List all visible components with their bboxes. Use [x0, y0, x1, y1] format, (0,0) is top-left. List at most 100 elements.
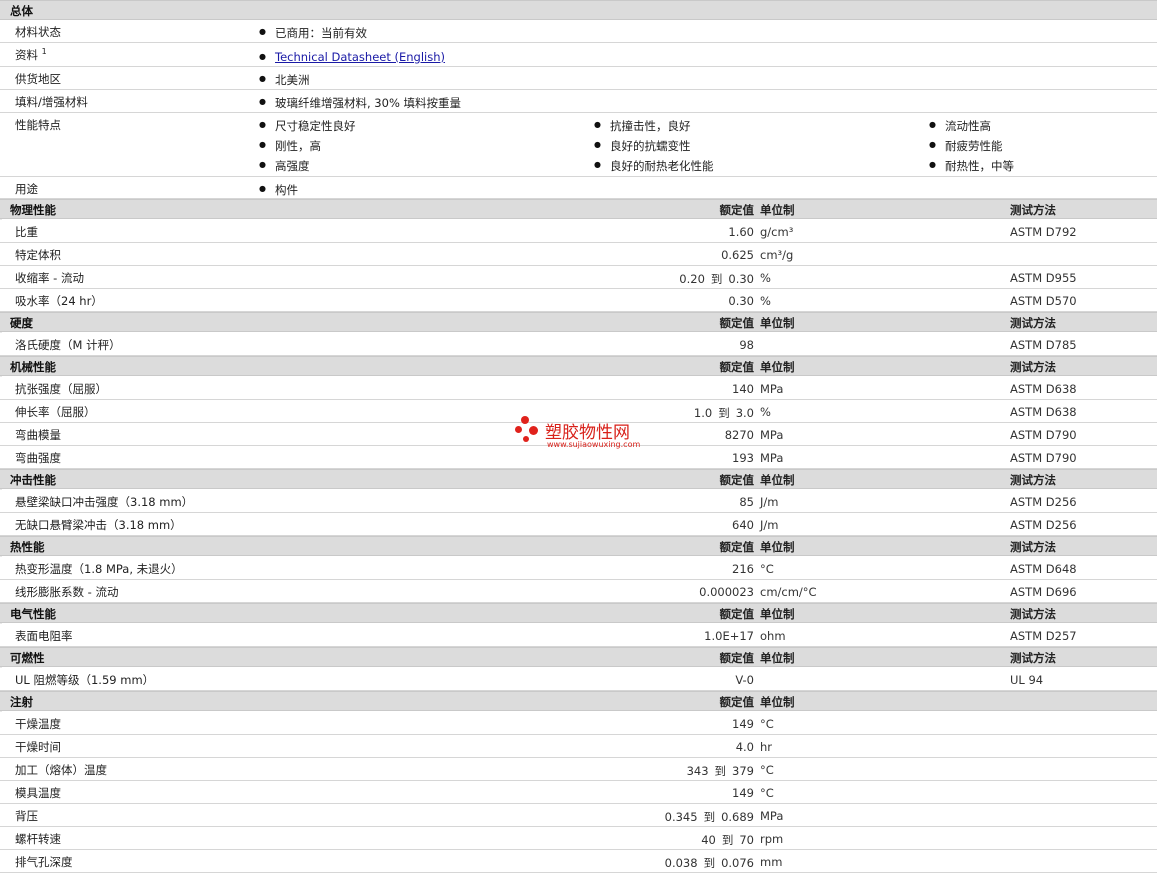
- test-method: ASTM D648: [1010, 562, 1077, 576]
- column-header-unit: 单位制: [760, 695, 795, 709]
- range-max: 0.076: [721, 856, 754, 870]
- property-label: 收缩率 - 流动: [15, 271, 84, 285]
- property-row: 加工（熔体）温度 343 到 379 °C: [0, 758, 1157, 781]
- property-value: 85: [739, 495, 754, 509]
- property-label: 加工（熔体）温度: [15, 763, 107, 777]
- column-header-nominal: 额定值: [719, 473, 755, 487]
- property-row: 洛氏硬度（M 计秤） 98 ASTM D785: [0, 333, 1157, 356]
- property-unit: MPa: [760, 451, 784, 465]
- column-header-unit: 单位制: [760, 540, 795, 554]
- property-label: 干燥时间: [15, 740, 61, 754]
- property-label: 无缺口悬臂梁冲击（3.18 mm）: [15, 518, 182, 532]
- property-value: 193: [732, 451, 754, 465]
- property-row: 干燥时间 4.0 hr: [0, 735, 1157, 758]
- property-unit: ohm: [760, 629, 786, 643]
- test-method: ASTM D256: [1010, 495, 1077, 509]
- list-item: 北美洲: [259, 72, 309, 88]
- property-unit: MPa: [760, 382, 784, 396]
- technical-datasheet-link[interactable]: Technical Datasheet (English): [275, 50, 445, 64]
- property-unit: g/cm³: [760, 225, 794, 239]
- column-header-nominal: 额定值: [719, 316, 755, 330]
- property-row: UL 阻燃等级（1.59 mm） V-0 UL 94: [0, 668, 1157, 691]
- list-item: Technical Datasheet (English): [259, 50, 445, 64]
- test-method: ASTM D256: [1010, 518, 1077, 532]
- range-min: 0.345: [664, 810, 698, 824]
- list-item: 构件: [259, 182, 298, 198]
- property-label: 弯曲强度: [15, 451, 61, 465]
- property-value: 149: [732, 786, 754, 800]
- property-label: 吸水率（24 hr）: [15, 294, 103, 308]
- watermark-logo: 塑胶物性网 www.sujiaowuxing.com: [515, 416, 655, 452]
- property-label: 特定体积: [15, 248, 61, 262]
- property-value: 1.0 到 3.0: [694, 405, 754, 421]
- property-value: 0.30: [728, 294, 754, 308]
- property-value: 0.625: [721, 248, 754, 262]
- range-separator: 到: [718, 406, 730, 420]
- property-value: 640: [732, 518, 754, 532]
- section-title: 冲击性能: [10, 473, 56, 487]
- property-value: V-0: [735, 673, 754, 687]
- section-title: 可燃性: [10, 651, 45, 665]
- column-header-nominal: 额定值: [719, 203, 755, 217]
- test-method: ASTM D790: [1010, 428, 1077, 442]
- property-row: 干燥温度 149 °C: [0, 712, 1157, 735]
- test-method: ASTM D792: [1010, 225, 1077, 239]
- property-unit: cm³/g: [760, 248, 794, 262]
- property-label: 表面电阻率: [15, 629, 73, 643]
- property-unit: hr: [760, 740, 773, 754]
- property-label: 干燥温度: [15, 717, 61, 731]
- logo-dot: [521, 416, 529, 424]
- column-header-method: 测试方法: [1010, 540, 1056, 554]
- watermark-url: www.sujiaowuxing.com: [547, 440, 641, 449]
- range-min: 343: [686, 764, 709, 778]
- property-value: 0.345 到 0.689: [665, 809, 754, 825]
- column-header-method: 测试方法: [1010, 316, 1056, 330]
- list-item: 良好的抗蠕变性: [594, 138, 690, 154]
- test-method: ASTM D638: [1010, 382, 1077, 396]
- section-title: 硬度: [10, 316, 33, 330]
- range-max: 3.0: [735, 406, 754, 420]
- list-item: 玻璃纤维增强材料, 30% 填料按重量: [259, 95, 461, 111]
- section-header: 热性能 额定值 单位制 测试方法: [0, 536, 1157, 556]
- property-value: 98: [739, 338, 754, 352]
- test-method: UL 94: [1010, 673, 1044, 687]
- property-row: 背压 0.345 到 0.689 MPa: [0, 804, 1157, 827]
- row-filler: 填料/增强材料 玻璃纤维增强材料, 30% 填料按重量: [0, 90, 1157, 113]
- list-item: 已商用：当前有效: [259, 25, 367, 41]
- row-label: 材料状态: [15, 25, 61, 39]
- test-method: ASTM D570: [1010, 294, 1077, 308]
- property-value: 4.0: [735, 740, 754, 754]
- property-value: 149: [732, 717, 754, 731]
- property-label: 热变形温度（1.8 MPa, 未退火）: [15, 562, 183, 576]
- section-title: 机械性能: [10, 360, 56, 374]
- column-header-nominal: 额定值: [719, 607, 755, 621]
- property-row: 比重 1.60 g/cm³ ASTM D792: [0, 220, 1157, 243]
- property-unit: MPa: [760, 428, 784, 442]
- property-value: 8270: [724, 428, 754, 442]
- list-item: 高强度: [259, 158, 309, 174]
- property-value: 1.60: [728, 225, 754, 239]
- section-title: 注射: [10, 695, 33, 709]
- range-max: 70: [739, 833, 754, 847]
- logo-dot: [515, 426, 522, 433]
- row-uses: 用途 构件: [0, 177, 1157, 199]
- column-header-nominal: 额定值: [719, 360, 755, 374]
- range-max: 0.30: [728, 272, 754, 286]
- property-row: 收缩率 - 流动 0.20 到 0.30% ASTM D955: [0, 266, 1157, 289]
- property-row: 表面电阻率 1.0E+17 ohm ASTM D257: [0, 624, 1157, 647]
- property-unit: J/m: [760, 495, 779, 509]
- property-label: 背压: [15, 809, 38, 823]
- section-header: 电气性能 额定值 单位制 测试方法: [0, 603, 1157, 623]
- section-header: 冲击性能 额定值 单位制 测试方法: [0, 469, 1157, 489]
- property-label: 排气孔深度: [15, 855, 73, 869]
- test-method: ASTM D790: [1010, 451, 1077, 465]
- row-label: 供货地区: [15, 72, 61, 86]
- list-item: 流动性高: [929, 118, 991, 134]
- property-value: 40 到 70: [701, 832, 754, 848]
- column-header-unit: 单位制: [760, 473, 795, 487]
- property-label: 伸长率（屈服）: [15, 405, 96, 419]
- range-min: 40: [701, 833, 716, 847]
- row-label: 填料/增强材料: [15, 95, 88, 109]
- range-max: 0.689: [721, 810, 754, 824]
- property-value: 0.038 到 0.076: [665, 855, 754, 871]
